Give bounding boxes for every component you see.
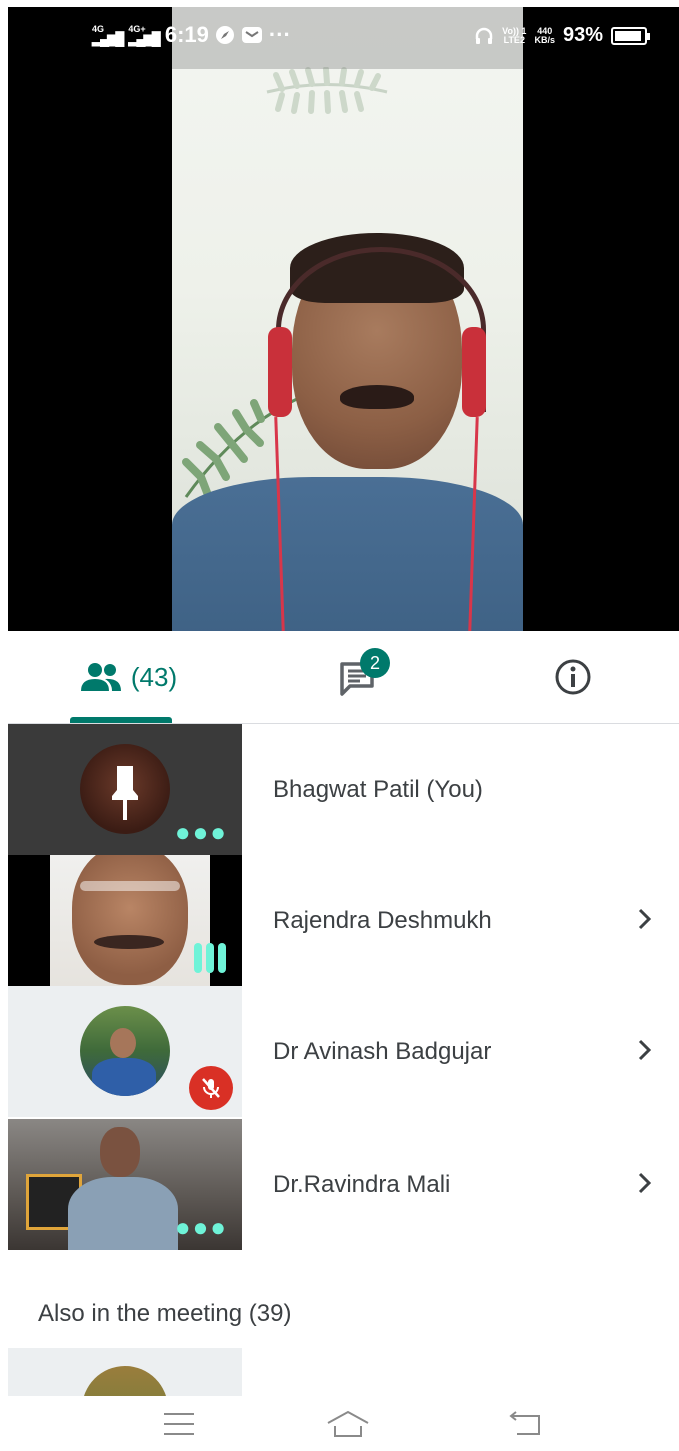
more-notifications: ··· xyxy=(268,22,291,47)
tab-people[interactable]: (43) xyxy=(48,631,208,723)
also-in-meeting-heading: Also in the meeting (39) xyxy=(38,1300,292,1327)
participant-row[interactable]: Rajendra Deshmukh xyxy=(8,855,679,986)
headphone-right xyxy=(462,327,486,417)
participant-name: Dr.Ravindra Mali xyxy=(273,1170,451,1198)
volte-indicator: Vo)) 1 LTE2 xyxy=(502,25,527,45)
participant-name: Dr Avinash Badgujar xyxy=(273,1037,492,1065)
participant-mustache xyxy=(94,935,164,949)
headphone-left xyxy=(268,327,292,417)
tab-bar: (43) 2 xyxy=(8,631,679,724)
home-icon xyxy=(327,1410,369,1437)
network-indicator-2: 4G+ ▂▄▆█ xyxy=(128,24,160,46)
chevron-right-icon[interactable] xyxy=(631,905,659,933)
menu-icon xyxy=(164,1413,194,1435)
network-speed: 440 KB/s xyxy=(534,25,555,45)
participant-thumbnail xyxy=(8,855,242,986)
back-icon xyxy=(509,1411,540,1435)
background-fern xyxy=(266,67,388,114)
avatar xyxy=(80,744,170,834)
mic-off-icon xyxy=(189,1066,233,1110)
people-count: (43) xyxy=(130,661,178,692)
compass-icon xyxy=(215,26,234,44)
participant-video xyxy=(50,855,210,986)
status-bar-right: Vo)) 1 LTE2 440 KB/s 93% xyxy=(474,24,650,47)
info-icon xyxy=(555,659,591,695)
participant-row[interactable]: ●●● Bhagwat Patil (You) xyxy=(8,724,679,855)
more-options-icon[interactable]: ●●● xyxy=(175,1214,228,1240)
participant-name: Rajendra Deshmukh xyxy=(273,906,492,934)
participant-name: Bhagwat Patil (You) xyxy=(273,775,483,803)
tab-chat[interactable]: 2 xyxy=(308,631,408,723)
main-video-feed xyxy=(172,7,523,631)
system-navigation-bar xyxy=(0,1396,679,1451)
battery-percent: 93% xyxy=(562,24,603,46)
clock: 6:19 xyxy=(164,22,209,47)
chevron-right-icon[interactable] xyxy=(631,1036,659,1064)
back-button[interactable] xyxy=(500,1404,550,1444)
status-bar-left: 4G ▂▄▆█ 4G+ ▂▄▆█ 6:19 ··· xyxy=(92,22,291,48)
participant-thumbnail: ●●● xyxy=(8,724,242,855)
mic-off-icon-glyph xyxy=(202,1078,220,1098)
participant-face xyxy=(100,1127,140,1177)
audio-level-icon xyxy=(194,943,226,973)
avatar-shirt xyxy=(92,1058,156,1096)
avatar-face xyxy=(110,1028,136,1058)
participant-shirt xyxy=(68,1177,178,1250)
participant-thumbnail xyxy=(8,986,242,1117)
participant-glasses xyxy=(80,881,180,891)
participant-face xyxy=(72,855,188,985)
participant-row[interactable]: Dr Avinash Badgujar xyxy=(8,986,679,1117)
main-video[interactable] xyxy=(8,7,679,631)
pin-icon xyxy=(112,766,138,820)
participant-thumbnail: ●●● xyxy=(8,1119,242,1250)
more-options-icon[interactable]: ●●● xyxy=(175,819,228,845)
participant-thumbnail[interactable] xyxy=(8,1348,242,1396)
avatar xyxy=(80,1006,170,1096)
battery-icon xyxy=(611,26,650,45)
chat-badge: 2 xyxy=(360,648,390,678)
message-icon xyxy=(241,27,262,43)
headphones-icon xyxy=(475,27,493,44)
chevron-right-icon[interactable] xyxy=(631,1169,659,1197)
headphone-band xyxy=(276,247,486,412)
network-indicator-1: 4G ▂▄▆█ xyxy=(92,24,124,46)
participant-row[interactable]: ●●● Dr.Ravindra Mali xyxy=(8,1119,679,1250)
tab-info[interactable] xyxy=(528,631,618,723)
menu-button[interactable] xyxy=(154,1404,204,1444)
people-icon xyxy=(80,663,121,691)
home-button[interactable] xyxy=(323,1404,373,1444)
active-tab-indicator xyxy=(70,717,172,723)
avatar xyxy=(82,1366,168,1396)
